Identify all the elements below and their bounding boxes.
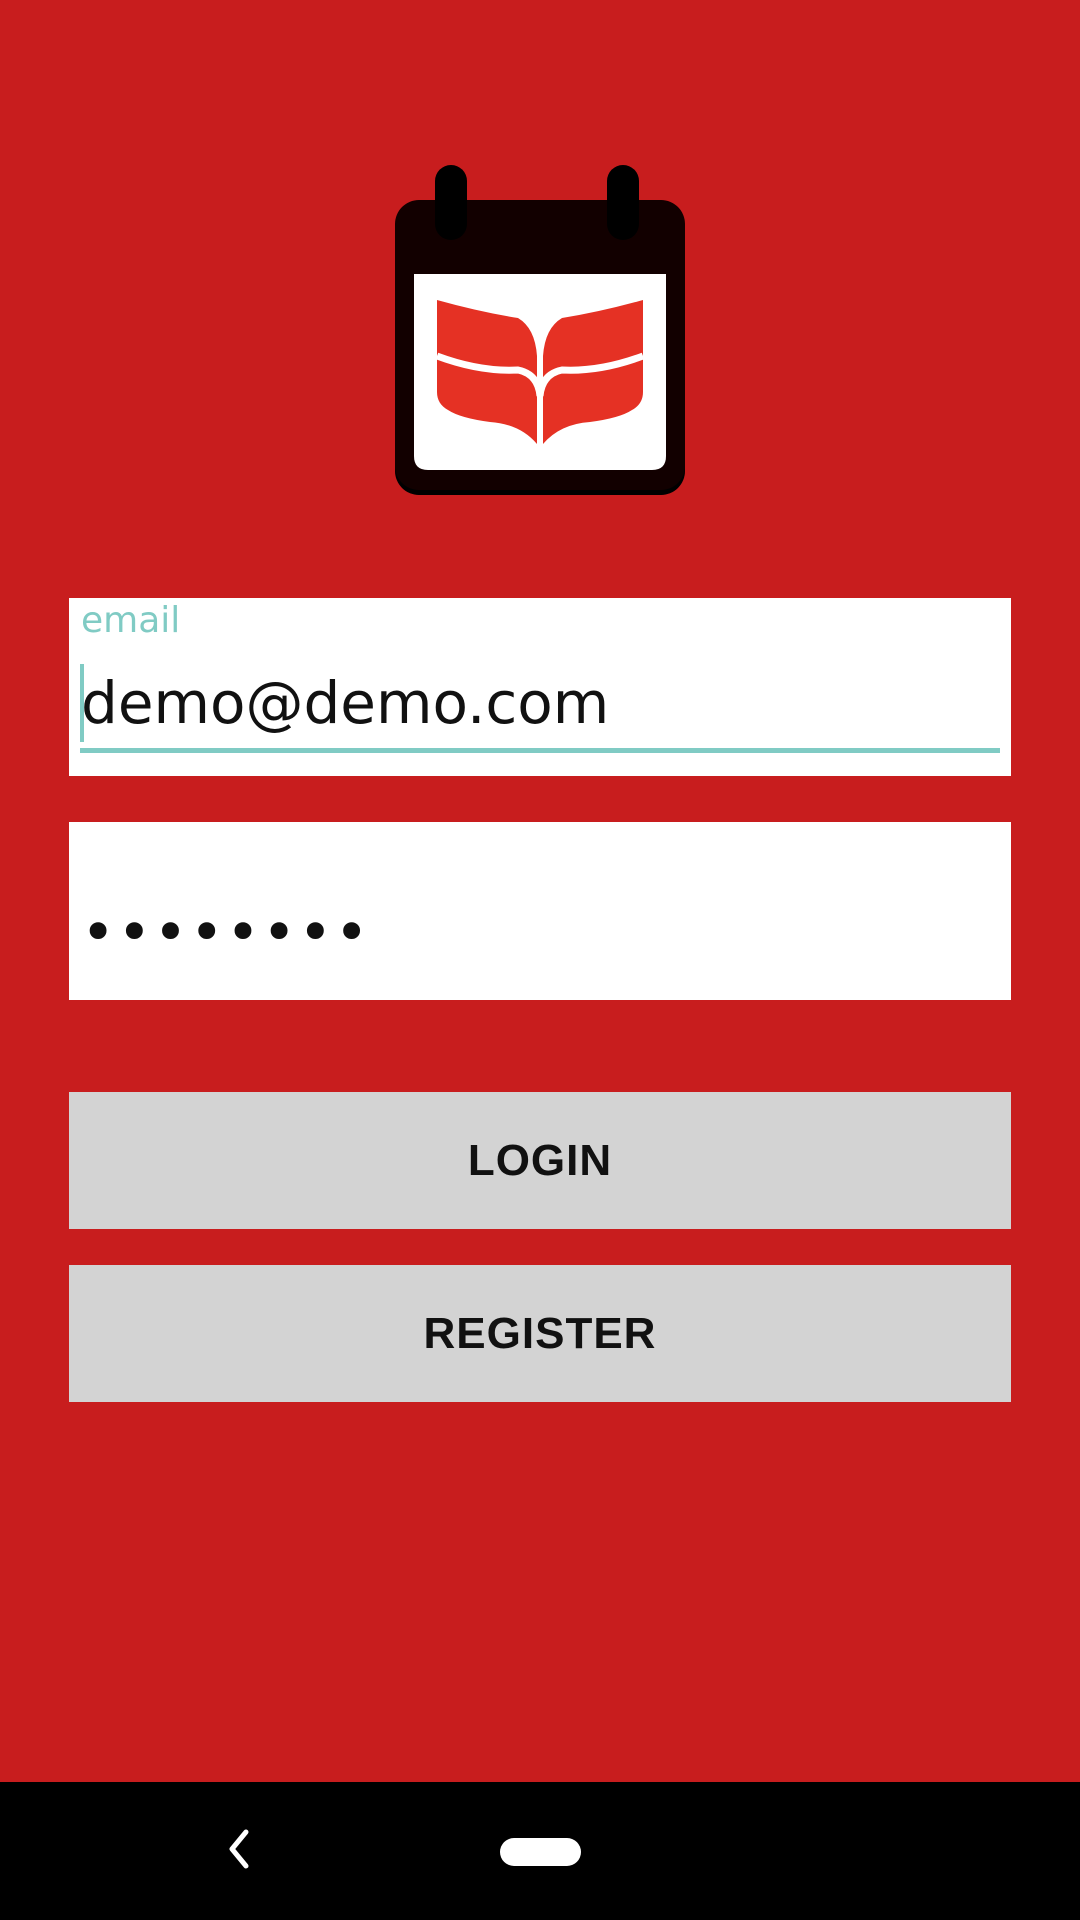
app-logo-icon [395,165,685,495]
home-pill-icon[interactable] [500,1838,581,1866]
email-field-container: email [69,598,1011,776]
register-button[interactable]: REGISTER [69,1265,1011,1402]
password-value: •••••••• [81,898,371,966]
login-screen: email •••••••• LOGIN REGISTER [0,0,1080,1782]
email-field-underline [80,748,1000,753]
password-field[interactable]: •••••••• [69,822,1011,1000]
back-chevron-icon[interactable] [210,1814,266,1884]
email-label: email [81,600,181,641]
text-cursor [80,664,84,742]
login-button[interactable]: LOGIN [69,1092,1011,1229]
email-field[interactable] [81,658,999,748]
